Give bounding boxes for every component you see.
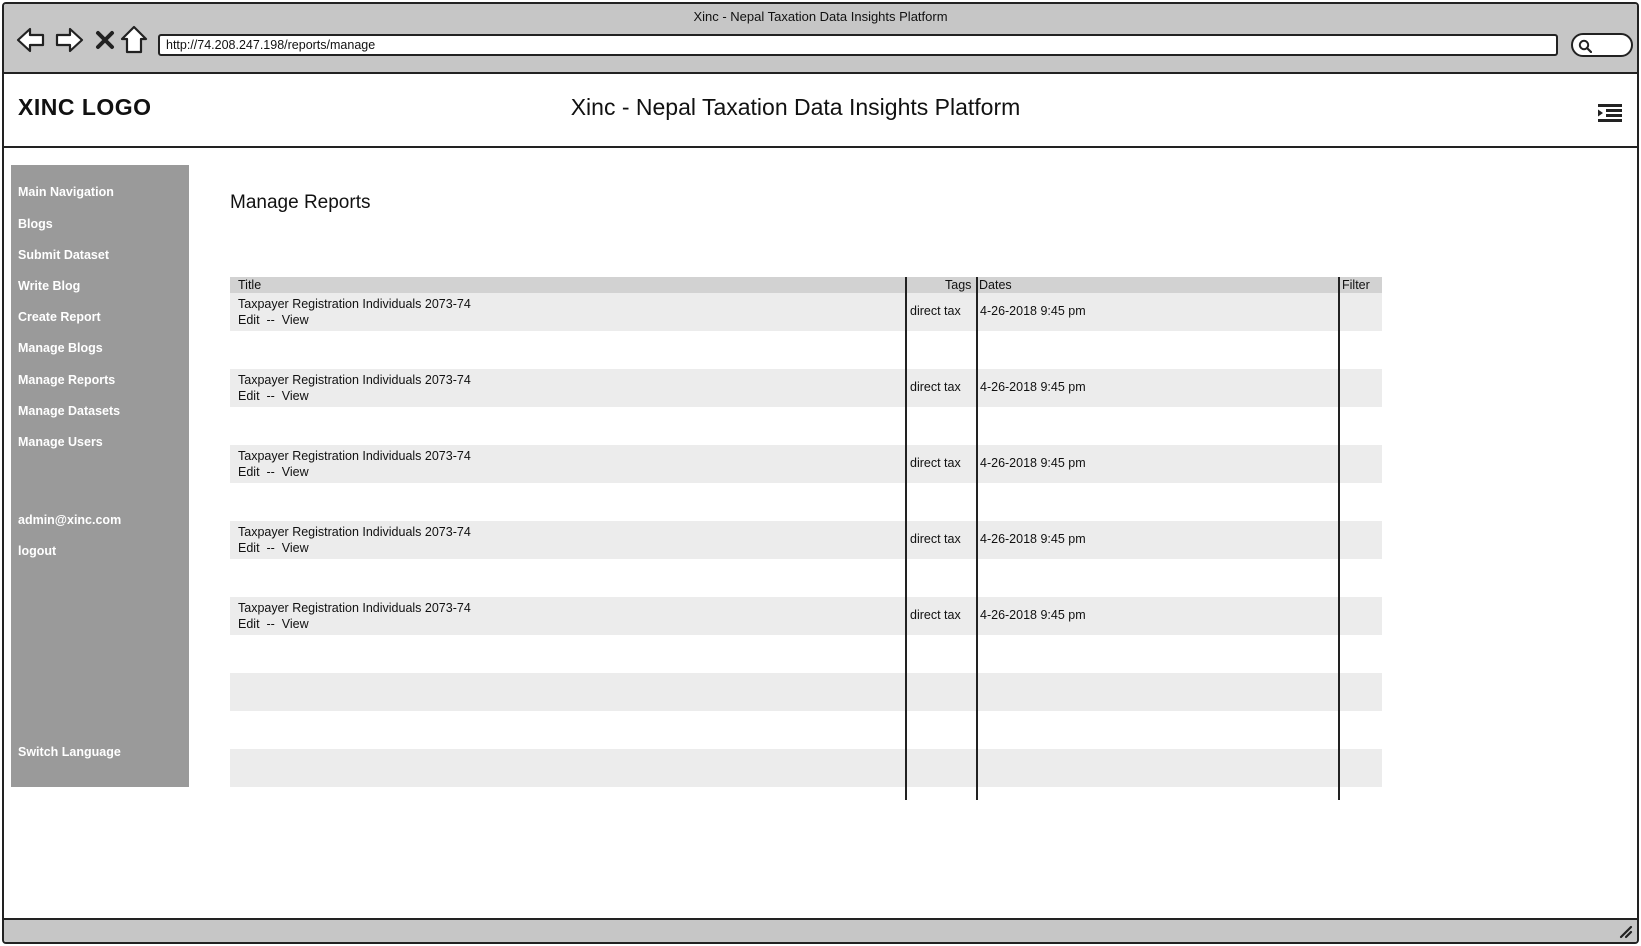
table-row: Taxpayer Registration Individuals 2073-7… — [230, 597, 1382, 635]
sidebar-item-manage-blogs[interactable]: Manage Blogs — [18, 341, 103, 355]
user-email-link[interactable]: admin@xinc.com — [18, 513, 121, 527]
table-header: Title Tags Dates Filter — [230, 277, 1382, 293]
app-header: XINC LOGO Xinc - Nepal Taxation Data Ins… — [4, 76, 1637, 148]
back-arrow-icon[interactable] — [16, 23, 46, 57]
resize-grip-icon[interactable] — [1617, 923, 1633, 939]
action-separator: -- — [263, 313, 279, 327]
table-row: Taxpayer Registration Individuals 2073-7… — [230, 521, 1382, 559]
edit-link[interactable]: Edit — [238, 465, 260, 479]
edit-link[interactable]: Edit — [238, 313, 260, 327]
home-icon[interactable] — [120, 23, 148, 57]
report-date: 4-26-2018 9:45 pm — [980, 532, 1086, 546]
column-divider — [1338, 277, 1340, 800]
browser-window: Xinc - Nepal Taxation Data Insights Plat… — [2, 2, 1639, 944]
sidebar-item-write-blog[interactable]: Write Blog — [18, 279, 80, 293]
action-separator: -- — [263, 389, 279, 403]
sidebar: Main Navigation Blogs Submit Dataset Wri… — [11, 165, 189, 787]
menu-list-icon[interactable] — [1597, 102, 1623, 124]
logout-link[interactable]: logout — [18, 544, 56, 558]
report-date: 4-26-2018 9:45 pm — [980, 304, 1086, 318]
report-title: Taxpayer Registration Individuals 2073-7… — [238, 297, 471, 311]
column-divider — [905, 277, 907, 800]
sidebar-item-create-report[interactable]: Create Report — [18, 310, 101, 324]
row-actions: Edit -- View — [238, 464, 309, 480]
stop-icon[interactable] — [94, 23, 116, 57]
sidebar-item-blogs[interactable]: Blogs — [18, 217, 53, 231]
column-header-title[interactable]: Title — [238, 278, 261, 292]
empty-table-row — [230, 673, 1382, 711]
sidebar-item-main-navigation[interactable]: Main Navigation — [18, 185, 114, 199]
report-date: 4-26-2018 9:45 pm — [980, 380, 1086, 394]
row-actions: Edit -- View — [238, 616, 309, 632]
column-header-tags[interactable]: Tags — [945, 278, 971, 292]
browser-chrome: Xinc - Nepal Taxation Data Insights Plat… — [4, 4, 1637, 74]
view-link[interactable]: View — [282, 465, 309, 479]
browser-search-field[interactable] — [1571, 33, 1633, 57]
status-bar — [4, 918, 1637, 942]
sidebar-item-manage-users[interactable]: Manage Users — [18, 435, 103, 449]
edit-link[interactable]: Edit — [238, 389, 260, 403]
report-date: 4-26-2018 9:45 pm — [980, 608, 1086, 622]
view-link[interactable]: View — [282, 313, 309, 327]
action-separator: -- — [263, 617, 279, 631]
report-tags: direct tax — [910, 456, 961, 470]
view-link[interactable]: View — [282, 617, 309, 631]
page-title: Manage Reports — [230, 192, 371, 213]
switch-language-link[interactable]: Switch Language — [18, 745, 121, 759]
search-icon — [1578, 39, 1592, 53]
sidebar-item-manage-reports[interactable]: Manage Reports — [18, 373, 115, 387]
sidebar-item-manage-datasets[interactable]: Manage Datasets — [18, 404, 120, 418]
edit-link[interactable]: Edit — [238, 617, 260, 631]
row-actions: Edit -- View — [238, 388, 309, 404]
empty-table-row — [230, 749, 1382, 787]
report-title: Taxpayer Registration Individuals 2073-7… — [238, 601, 471, 615]
row-actions: Edit -- View — [238, 540, 309, 556]
app-title: Xinc - Nepal Taxation Data Insights Plat… — [570, 94, 1021, 120]
edit-link[interactable]: Edit — [238, 541, 260, 555]
report-tags: direct tax — [910, 608, 961, 622]
report-tags: direct tax — [910, 380, 961, 394]
column-divider — [976, 277, 978, 800]
report-date: 4-26-2018 9:45 pm — [980, 456, 1086, 470]
table-row: Taxpayer Registration Individuals 2073-7… — [230, 445, 1382, 483]
column-header-dates[interactable]: Dates — [979, 278, 1012, 292]
url-input[interactable]: http://74.208.247.198/reports/manage — [158, 34, 1558, 56]
action-separator: -- — [263, 465, 279, 479]
report-title: Taxpayer Registration Individuals 2073-7… — [238, 525, 471, 539]
report-title: Taxpayer Registration Individuals 2073-7… — [238, 449, 471, 463]
view-link[interactable]: View — [282, 389, 309, 403]
row-actions: Edit -- View — [238, 312, 309, 328]
view-link[interactable]: View — [282, 541, 309, 555]
report-tags: direct tax — [910, 304, 961, 318]
sidebar-item-submit-dataset[interactable]: Submit Dataset — [18, 248, 109, 262]
table-row: Taxpayer Registration Individuals 2073-7… — [230, 369, 1382, 407]
window-title: Xinc - Nepal Taxation Data Insights Plat… — [693, 9, 948, 24]
action-separator: -- — [263, 541, 279, 555]
forward-arrow-icon[interactable] — [54, 23, 84, 57]
report-title: Taxpayer Registration Individuals 2073-7… — [238, 373, 471, 387]
report-tags: direct tax — [910, 532, 961, 546]
column-header-filter[interactable]: Filter — [1342, 278, 1370, 292]
table-row: Taxpayer Registration Individuals 2073-7… — [230, 293, 1382, 331]
